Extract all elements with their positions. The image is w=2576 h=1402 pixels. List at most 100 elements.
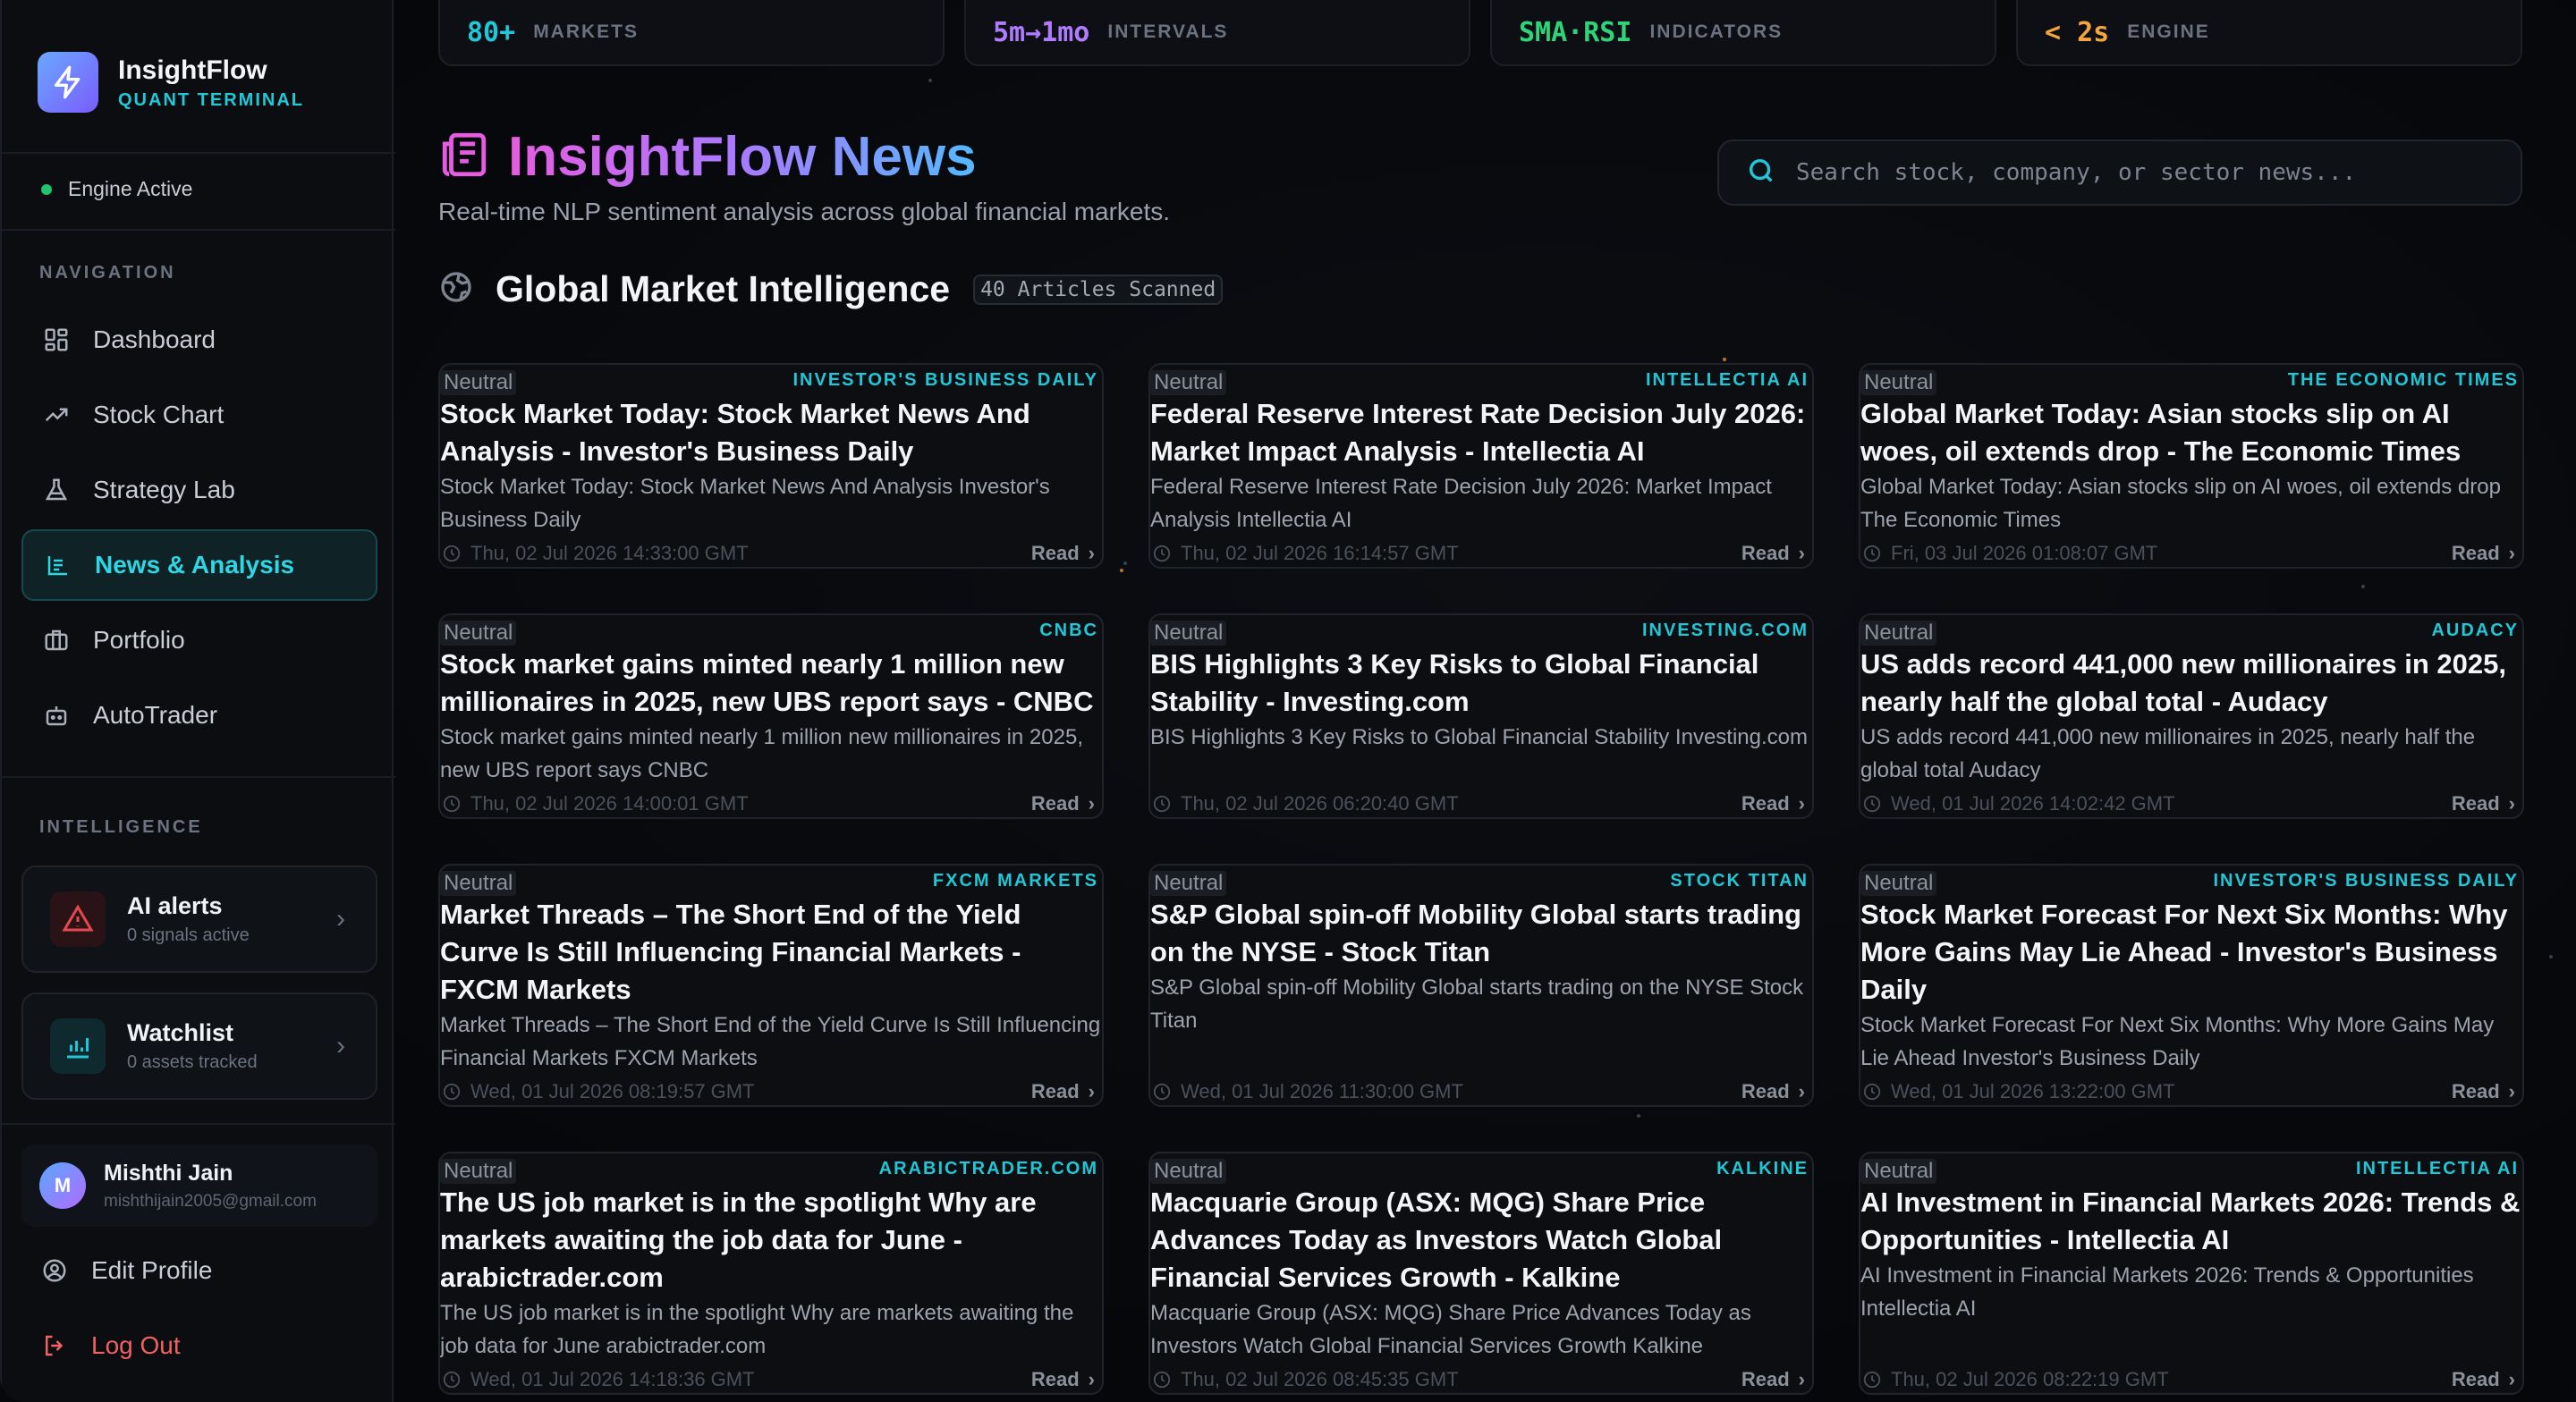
background-star xyxy=(928,79,932,82)
news-card[interactable]: Neutral INTELLECTIA AI Federal Reserve I… xyxy=(1148,363,1814,569)
divider xyxy=(2,776,395,778)
news-date: Wed, 01 Jul 2026 11:30:00 GMT xyxy=(1181,1080,1463,1102)
news-date: Thu, 02 Jul 2026 14:00:01 GMT xyxy=(470,792,749,815)
stat-label: INTERVALS xyxy=(1107,21,1229,42)
search-icon xyxy=(1746,156,1776,190)
edit-profile-link[interactable]: Edit Profile xyxy=(39,1255,212,1286)
clock-icon xyxy=(1862,544,1882,563)
chevron-right-icon: › xyxy=(1088,542,1095,564)
news-date: Fri, 03 Jul 2026 01:08:07 GMT xyxy=(1891,542,2158,564)
news-card[interactable]: Neutral INVESTING.COM BIS Highlights 3 K… xyxy=(1148,613,1814,819)
stat-label: ENGINE xyxy=(2127,21,2210,42)
search-bar[interactable] xyxy=(1717,139,2522,206)
sidebar-item-portfolio[interactable]: Portfolio xyxy=(21,604,377,676)
ai-alerts-card[interactable]: AI alerts 0 signals active › xyxy=(21,866,377,973)
news-card[interactable]: Neutral FXCM MARKETS Market Threads – Th… xyxy=(438,864,1104,1107)
news-date: Wed, 01 Jul 2026 13:22:00 GMT xyxy=(1891,1080,2175,1102)
read-button[interactable]: Read › xyxy=(2452,542,2515,565)
news-source: KALKINE xyxy=(1716,1159,1809,1178)
news-card[interactable]: Neutral CNBC Stock market gains minted n… xyxy=(438,613,1104,819)
news-card[interactable]: Neutral INVESTOR'S BUSINESS DAILY Stock … xyxy=(438,363,1104,569)
user-card[interactable]: M Mishthi Jain mishthijain2005@gmail.com xyxy=(21,1144,377,1227)
news-card[interactable]: Neutral STOCK TITAN S&P Global spin-off … xyxy=(1148,864,1814,1107)
background-star xyxy=(1723,358,1726,361)
news-card[interactable]: Neutral INTELLECTIA AI AI Investment in … xyxy=(1859,1152,2524,1395)
edit-profile-label: Edit Profile xyxy=(91,1256,213,1284)
sidebar-item-news-analysis[interactable]: News & Analysis xyxy=(21,529,377,601)
news-date: Thu, 02 Jul 2026 06:20:40 GMT xyxy=(1181,792,1459,815)
news-title[interactable]: Market Threads – The Short End of the Yi… xyxy=(440,896,1102,1009)
news-card[interactable]: Neutral INVESTOR'S BUSINESS DAILY Stock … xyxy=(1859,864,2524,1107)
news-card[interactable]: Neutral ARABICTRADER.COM The US job mark… xyxy=(438,1152,1104,1395)
sidebar-item-autotrader[interactable]: AutoTrader xyxy=(21,680,377,751)
bar-chart-icon xyxy=(50,1018,106,1074)
sidebar-item-stock-chart[interactable]: Stock Chart xyxy=(21,379,377,451)
chevron-right-icon: › xyxy=(336,904,345,933)
logout-icon xyxy=(39,1330,70,1361)
watchlist-card[interactable]: Watchlist 0 assets tracked › xyxy=(21,992,377,1100)
intel-subtitle: 0 assets tracked xyxy=(127,1052,258,1072)
chevron-right-icon: › xyxy=(2508,1080,2515,1102)
news-title[interactable]: S&P Global spin-off Mobility Global star… xyxy=(1150,896,1812,971)
brand[interactable]: InsightFlow QUANT TERMINAL xyxy=(38,52,304,113)
news-date: Wed, 01 Jul 2026 14:02:42 GMT xyxy=(1891,792,2175,815)
sentiment-badge: Neutral xyxy=(1150,621,1227,646)
intel-subtitle: 0 signals active xyxy=(127,925,250,945)
read-button[interactable]: Read › xyxy=(2452,1368,2515,1391)
news-title[interactable]: Federal Reserve Interest Rate Decision J… xyxy=(1150,395,1812,470)
clock-icon xyxy=(1152,794,1172,814)
news-card[interactable]: Neutral KALKINE Macquarie Group (ASX: MQ… xyxy=(1148,1152,1814,1395)
section-title: Global Market Intelligence xyxy=(496,268,951,309)
trend-up-icon xyxy=(41,400,72,430)
news-title[interactable]: Global Market Today: Asian stocks slip o… xyxy=(1860,395,2522,470)
page-title: InsightFlow News xyxy=(508,126,977,188)
sentiment-badge: Neutral xyxy=(1860,621,1937,646)
news-card[interactable]: Neutral THE ECONOMIC TIMES Global Market… xyxy=(1859,363,2524,569)
read-label: Read xyxy=(1030,542,1080,564)
news-date: Thu, 02 Jul 2026 08:22:19 GMT xyxy=(1891,1368,2169,1390)
page-header: InsightFlow News Real-time NLP sentiment… xyxy=(438,125,1170,226)
news-title[interactable]: US adds record 441,000 new millionaires … xyxy=(1860,646,2522,721)
news-title[interactable]: Stock Market Forecast For Next Six Month… xyxy=(1860,896,2522,1009)
news-date: Thu, 02 Jul 2026 14:33:00 GMT xyxy=(470,542,749,564)
news-title[interactable]: Macquarie Group (ASX: MQG) Share Price A… xyxy=(1150,1184,1812,1296)
read-button[interactable]: Read › xyxy=(1031,1368,1095,1391)
background-star xyxy=(1637,1114,1640,1118)
brand-subtitle: QUANT TERMINAL xyxy=(118,89,304,110)
sidebar-item-dashboard[interactable]: Dashboard xyxy=(21,304,377,376)
read-button[interactable]: Read › xyxy=(1741,542,1805,565)
news-source: INTELLECTIA AI xyxy=(1645,370,1809,390)
divider xyxy=(2,152,395,154)
read-button[interactable]: Read › xyxy=(1741,1368,1805,1391)
log-out-link[interactable]: Log Out xyxy=(39,1330,181,1361)
clock-icon xyxy=(1152,544,1172,563)
read-button[interactable]: Read › xyxy=(1741,792,1805,815)
read-button[interactable]: Read › xyxy=(1741,1080,1805,1103)
read-label: Read xyxy=(1741,792,1790,815)
chevron-right-icon: › xyxy=(1088,1080,1095,1102)
clock-icon xyxy=(1862,1370,1882,1389)
read-button[interactable]: Read › xyxy=(1031,1080,1095,1103)
stat-value: SMA·RSI xyxy=(1519,16,1632,48)
chevron-right-icon: › xyxy=(1798,1080,1805,1102)
read-button[interactable]: Read › xyxy=(2452,792,2515,815)
search-input[interactable] xyxy=(1796,159,2476,186)
read-button[interactable]: Read › xyxy=(1031,542,1095,565)
sidebar-item-strategy-lab[interactable]: Strategy Lab xyxy=(21,454,377,526)
globe-news-icon xyxy=(43,550,73,580)
news-title[interactable]: AI Investment in Financial Markets 2026:… xyxy=(1860,1184,2522,1259)
news-title[interactable]: The US job market is in the spotlight Wh… xyxy=(440,1184,1102,1296)
read-label: Read xyxy=(1741,1368,1790,1390)
news-description: Global Market Today: Asian stocks slip o… xyxy=(1860,475,2501,532)
chevron-right-icon: › xyxy=(2508,792,2515,815)
news-source: ARABICTRADER.COM xyxy=(878,1159,1098,1178)
status-dot-icon xyxy=(41,183,52,195)
read-button[interactable]: Read › xyxy=(2452,1080,2515,1103)
news-description: Market Threads – The Short End of the Yi… xyxy=(440,1013,1101,1070)
news-title[interactable]: BIS Highlights 3 Key Risks to Global Fin… xyxy=(1150,646,1812,721)
news-title[interactable]: Stock market gains minted nearly 1 milli… xyxy=(440,646,1102,721)
news-title[interactable]: Stock Market Today: Stock Market News An… xyxy=(440,395,1102,470)
news-card[interactable]: Neutral AUDACY US adds record 441,000 ne… xyxy=(1859,613,2524,819)
read-button[interactable]: Read › xyxy=(1031,792,1095,815)
stat-value: 5m→1mo xyxy=(993,16,1090,48)
